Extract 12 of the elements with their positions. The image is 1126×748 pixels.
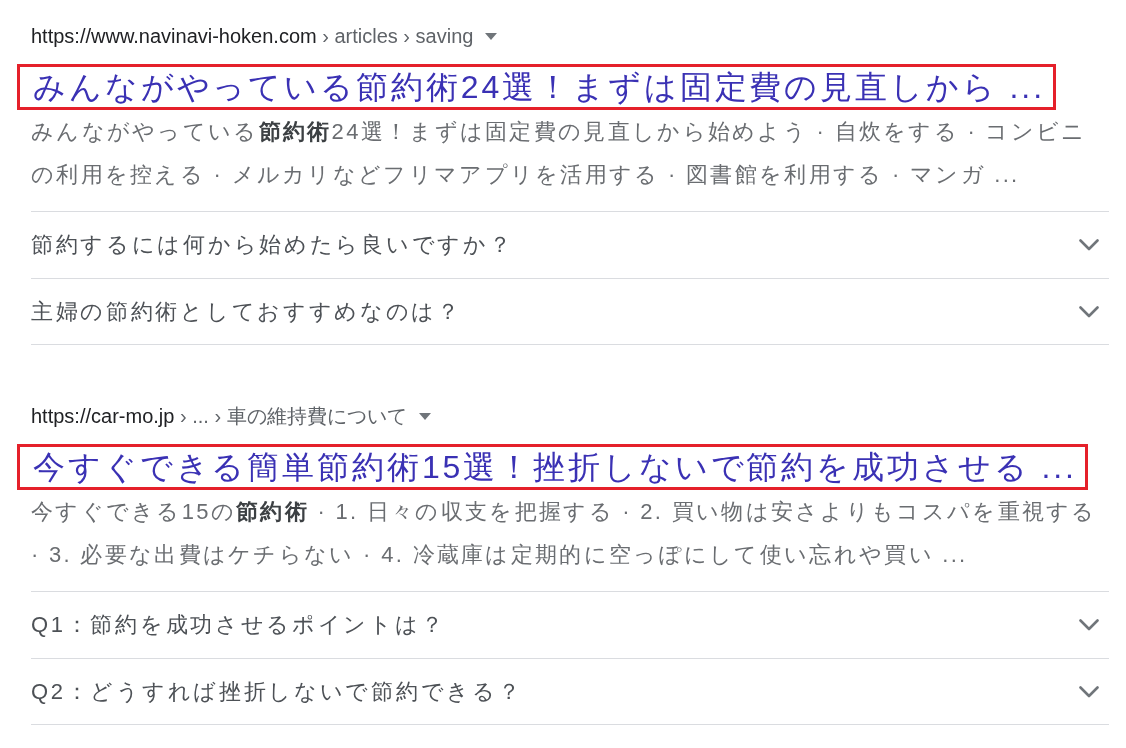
result-snippet: みんながやっている節約術24選！まずは固定費の見直しから始めよう · 自炊をする · コンビニの利用を控える · メルカリなどフリマアプリを活用する · 図書館を利用する · マンガ ... xyxy=(31,118,1088,189)
result-url: https://car-mo.jp › ... › 車の維持費について xyxy=(31,404,407,429)
caret-icon[interactable] xyxy=(485,32,498,40)
faq-question[interactable]: 主婦の節約術としておすすめなのは？ xyxy=(31,278,1109,345)
caret-icon[interactable] xyxy=(418,412,431,420)
result-url: https://www.navinavi-hoken.com › articles › saving xyxy=(31,24,474,49)
result-title-link[interactable]: みんながやっている節約術24選！まずは固定費の見直しから ... xyxy=(33,67,1045,107)
faq-question[interactable]: 節約するには何から始めたら良いですか？ xyxy=(31,211,1109,278)
result-snippet: 今すぐできる15の節約術 · 1. 日々の収支を把握する · 2. 買い物は安さよりもコスパを重視する · 3. 必要な出費はケチらない · 4. 冷蔵庫は定期的に空っぽにして使い忘れや買い ... xyxy=(31,498,1098,569)
faq-question[interactable]: Q2：どうすれば挫折しないで節約できる？ xyxy=(31,658,1109,725)
faq-question[interactable]: Q1：節約を成功させるポイントは？ xyxy=(31,591,1109,658)
result-title-link[interactable]: 今すぐできる簡単節約術15選！挫折しないで節約を成功させる ... xyxy=(33,447,1077,487)
